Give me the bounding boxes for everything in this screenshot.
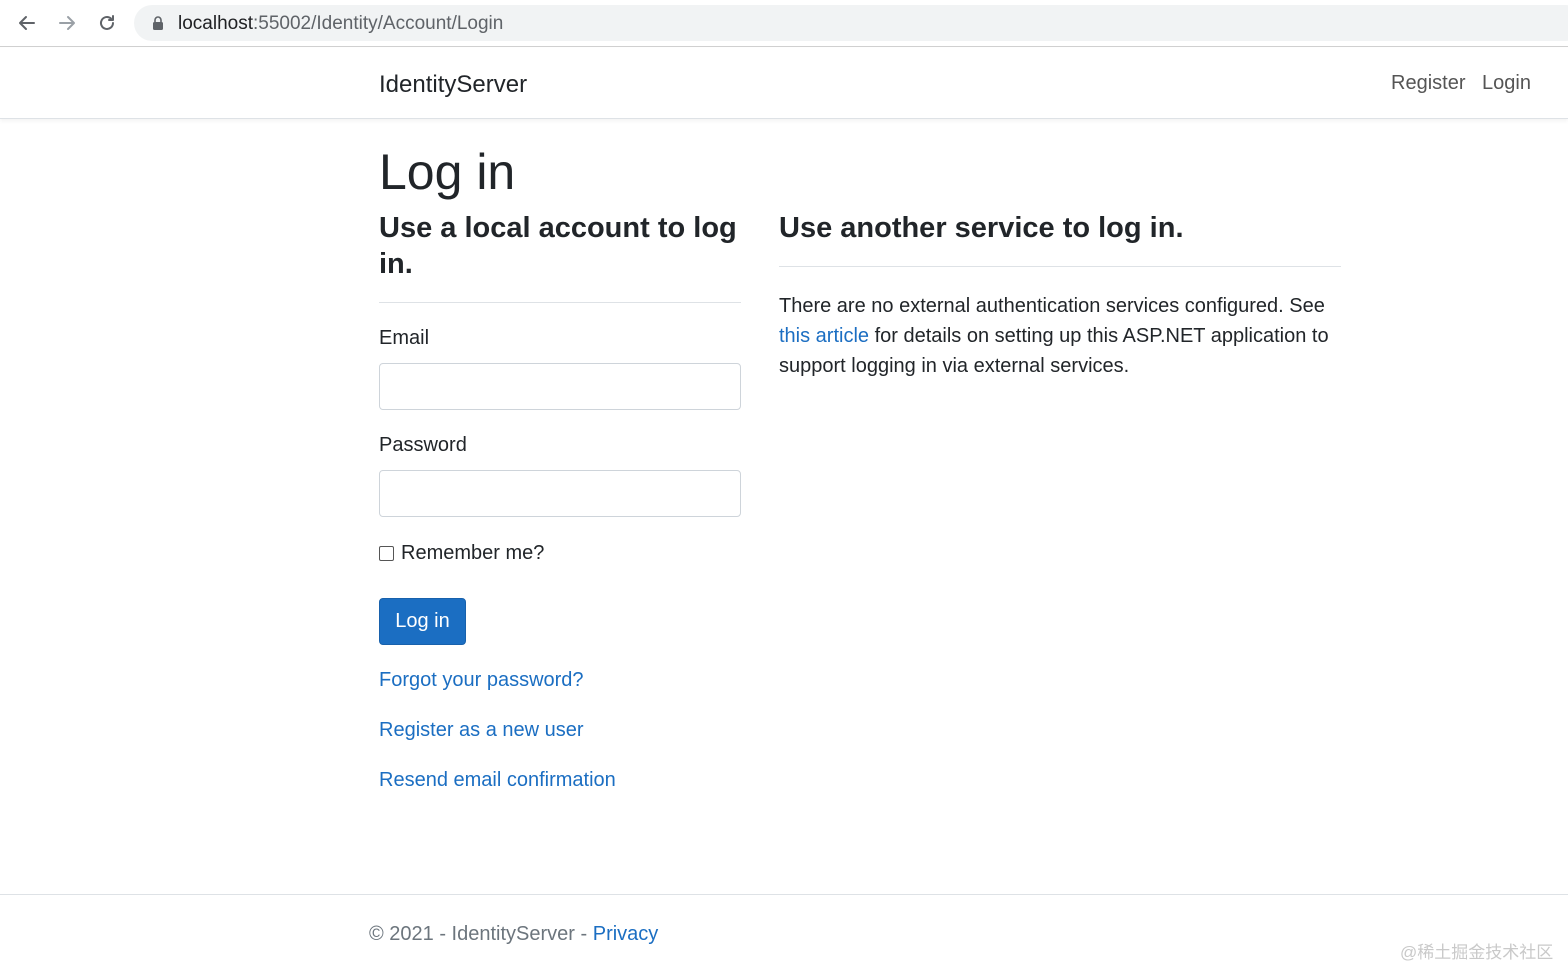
local-account-heading: Use a local account to log in. bbox=[379, 212, 737, 280]
nav-register-link[interactable]: Register bbox=[1391, 72, 1465, 95]
forgot-password-link[interactable]: Forgot your password? bbox=[379, 669, 584, 692]
footer: © 2021 - IdentityServer - Privacy bbox=[0, 894, 1568, 966]
back-arrow-icon[interactable] bbox=[12, 8, 42, 38]
info-text-before: There are no external authentication ser… bbox=[779, 295, 1325, 317]
login-button[interactable]: Log in bbox=[379, 598, 466, 645]
app-navbar: IdentityServer Register Login bbox=[0, 48, 1568, 119]
divider bbox=[779, 266, 1341, 267]
email-label: Email bbox=[379, 327, 430, 349]
browser-toolbar: localhost:55002/Identity/Account/Login bbox=[0, 0, 1568, 47]
watermark: @稀土掘金技术社区 bbox=[1400, 943, 1554, 962]
remember-me-row: Remember me? bbox=[379, 542, 544, 565]
url-text: localhost:55002/Identity/Account/Login bbox=[178, 13, 503, 35]
footer-text: © 2021 - IdentityServer - Privacy bbox=[369, 923, 658, 946]
register-new-user-link[interactable]: Register as a new user bbox=[379, 719, 584, 742]
page-title: Log in bbox=[379, 144, 516, 200]
external-info-text: There are no external authentication ser… bbox=[779, 291, 1341, 381]
external-login-heading: Use another service to log in. bbox=[779, 212, 1184, 244]
nav-login-link[interactable]: Login bbox=[1482, 72, 1531, 95]
remember-me-checkbox[interactable] bbox=[379, 546, 394, 561]
email-input[interactable] bbox=[379, 363, 741, 410]
lock-icon bbox=[153, 16, 163, 30]
divider bbox=[379, 302, 741, 303]
copyright-text: © 2021 - IdentityServer - bbox=[369, 923, 593, 945]
resend-confirmation-link[interactable]: Resend email confirmation bbox=[379, 769, 616, 792]
address-bar[interactable]: localhost:55002/Identity/Account/Login bbox=[134, 5, 1568, 41]
remember-me-label[interactable]: Remember me? bbox=[401, 542, 544, 565]
local-account-section: Use a local account to log in. Email Pas… bbox=[379, 210, 741, 791]
url-path: :55002/Identity/Account/Login bbox=[253, 13, 504, 34]
forward-arrow-icon[interactable] bbox=[52, 8, 82, 38]
password-input[interactable] bbox=[379, 470, 741, 517]
this-article-link[interactable]: this article bbox=[779, 325, 869, 347]
external-login-section: Use another service to log in. There are… bbox=[779, 210, 1341, 381]
url-host: localhost bbox=[178, 13, 253, 34]
password-label: Password bbox=[379, 434, 467, 456]
brand-link[interactable]: IdentityServer bbox=[379, 71, 527, 99]
privacy-link[interactable]: Privacy bbox=[593, 923, 659, 945]
reload-icon[interactable] bbox=[92, 8, 122, 38]
